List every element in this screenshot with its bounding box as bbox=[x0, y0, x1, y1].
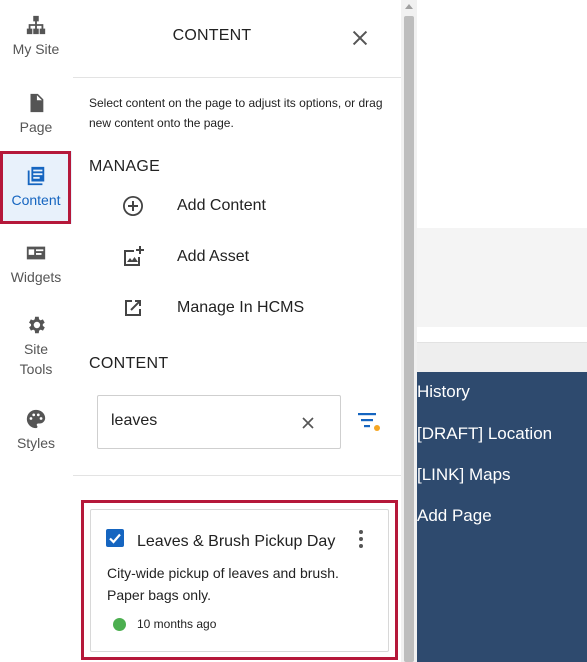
content-section-title: CONTENT bbox=[89, 355, 169, 372]
palette-icon bbox=[26, 409, 46, 429]
content-panel: CONTENT Select content on the page to ad… bbox=[73, 0, 401, 662]
sidebar-item-content[interactable]: Content bbox=[0, 151, 72, 224]
sidebar-item-styles[interactable]: Styles bbox=[0, 408, 72, 458]
nav-item-location[interactable]: [DRAFT] Location bbox=[417, 424, 552, 444]
page-preview: History [DRAFT] Location [LINK] Maps Add… bbox=[417, 0, 587, 662]
card-description: City-wide pickup of leaves and brush. Pa… bbox=[107, 565, 339, 603]
sidebar-item-page[interactable]: Page bbox=[0, 92, 72, 154]
panel-header: CONTENT bbox=[73, 0, 401, 78]
content-icon bbox=[27, 166, 45, 186]
sitemap-icon bbox=[26, 15, 46, 35]
page-icon bbox=[30, 93, 44, 113]
sidebar-item-label: Widgets bbox=[10, 269, 62, 285]
add-asset-button[interactable]: Add Asset bbox=[121, 242, 381, 272]
page-section-block bbox=[417, 228, 587, 327]
check-icon bbox=[109, 533, 121, 544]
add-image-icon bbox=[124, 246, 144, 266]
scroll-up-icon[interactable] bbox=[405, 4, 413, 9]
external-link-icon bbox=[125, 300, 141, 316]
nav-item-add-page[interactable]: Add Page bbox=[417, 506, 492, 526]
status-dot bbox=[113, 618, 126, 631]
gear-icon bbox=[29, 316, 45, 334]
add-circle-icon bbox=[123, 196, 143, 216]
panel-title: CONTENT bbox=[172, 27, 252, 44]
scrollbar-thumb[interactable] bbox=[404, 16, 414, 662]
sidebar-item-widgets[interactable]: Widgets bbox=[0, 242, 72, 304]
sidebar-item-label: Page bbox=[19, 119, 53, 135]
left-rail: My Site Page Content Widgets Site Tools … bbox=[0, 0, 74, 662]
widgets-icon bbox=[26, 246, 46, 260]
more-options-icon[interactable] bbox=[353, 529, 369, 549]
manage-in-hcms-button[interactable]: Manage In HCMS bbox=[121, 293, 381, 323]
sidebar-item-label: Content bbox=[11, 192, 61, 208]
close-icon[interactable] bbox=[349, 27, 371, 49]
sidebar-item-label: Site Tools bbox=[19, 341, 53, 377]
page-section-bar bbox=[417, 342, 587, 372]
add-content-button[interactable]: Add Content bbox=[121, 191, 381, 221]
divider bbox=[73, 475, 401, 476]
panel-description: Select content on the page to adjust its… bbox=[89, 96, 383, 130]
content-card[interactable]: Leaves & Brush Pickup Day City-wide pick… bbox=[90, 509, 389, 652]
filter-icon[interactable] bbox=[356, 409, 382, 435]
sidebar-item-site-tools[interactable]: Site Tools bbox=[0, 314, 72, 380]
manage-section-title: MANAGE bbox=[89, 158, 161, 175]
panel-scrollbar[interactable] bbox=[401, 0, 417, 662]
card-timestamp: 10 months ago bbox=[137, 617, 217, 631]
add-asset-label: Add Asset bbox=[177, 248, 250, 265]
search-box bbox=[97, 395, 341, 449]
sidebar-item-my-site[interactable]: My Site bbox=[0, 14, 72, 76]
clear-icon[interactable] bbox=[298, 413, 318, 433]
search-input[interactable] bbox=[111, 412, 281, 430]
sidebar-item-label: My Site bbox=[12, 41, 60, 57]
nav-item-maps[interactable]: [LINK] Maps bbox=[417, 465, 511, 485]
nav-item-history[interactable]: History bbox=[417, 382, 470, 402]
add-content-label: Add Content bbox=[177, 197, 266, 214]
sidebar-item-label: Styles bbox=[16, 435, 56, 451]
card-title: Leaves & Brush Pickup Day bbox=[137, 533, 336, 550]
manage-in-hcms-label: Manage In HCMS bbox=[177, 299, 305, 316]
select-checkbox[interactable] bbox=[106, 529, 124, 547]
page-navigation: History [DRAFT] Location [LINK] Maps Add… bbox=[417, 372, 587, 662]
